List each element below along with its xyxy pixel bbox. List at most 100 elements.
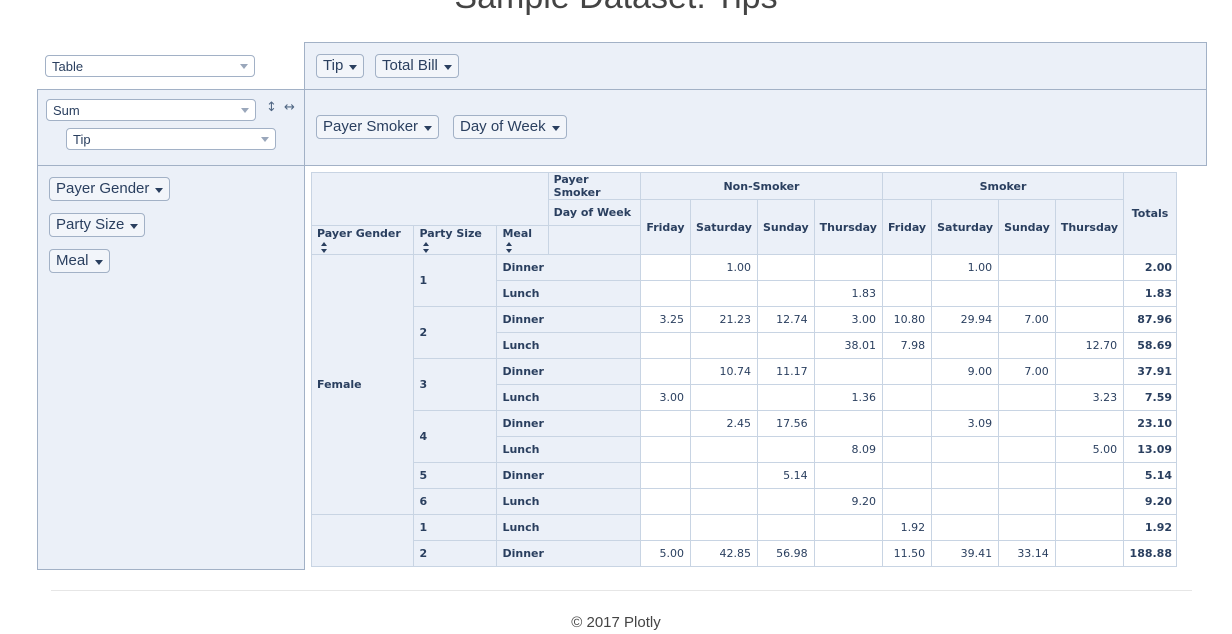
column-fields-area xyxy=(304,89,1207,166)
field-pill-tip[interactable]: Tip xyxy=(316,54,365,78)
row-header-party-size: 3 xyxy=(413,358,498,411)
table-cell: 10.80 xyxy=(881,306,933,333)
chevron-down-icon xyxy=(155,188,164,193)
table-row: 3 Dinner 10.74 11.17 9.00 7.00 37.91 xyxy=(312,358,1177,411)
table-cell xyxy=(640,514,691,541)
table-cell: 12.74 xyxy=(756,306,815,333)
field-pill-meal[interactable]: Meal xyxy=(49,249,110,273)
table-cell xyxy=(998,436,1056,463)
table-cell xyxy=(813,462,883,489)
table-cell xyxy=(1054,410,1125,437)
table-cell xyxy=(1054,514,1125,541)
sort-arrows-icon[interactable] xyxy=(506,241,513,253)
table-cell xyxy=(998,410,1056,437)
table-cell: 2.45 xyxy=(689,410,758,437)
chevron-down-icon xyxy=(261,137,269,142)
table-cell: 8.09 xyxy=(813,436,883,463)
row-attr-sort-header[interactable]: Payer Gender xyxy=(311,225,415,255)
table-cell xyxy=(813,254,883,281)
row-header-gender xyxy=(311,514,415,567)
field-pill-day-of-week[interactable]: Day of Week xyxy=(453,115,567,139)
renderer-select-value: Table xyxy=(52,59,84,74)
table-cell: 3.00 xyxy=(640,384,691,411)
row-header-meal: Dinner xyxy=(496,358,642,385)
table-cell xyxy=(881,410,933,437)
field-pill-payer-gender[interactable]: Payer Gender xyxy=(49,177,171,201)
row-total-cell: 23.10 xyxy=(1123,410,1177,437)
row-header-party-size: 2 xyxy=(413,540,498,567)
table-cell xyxy=(689,280,758,307)
row-order-arrow-icon[interactable]: ↕ xyxy=(266,100,277,115)
table-cell: 21.23 xyxy=(689,306,758,333)
table-cell: 3.23 xyxy=(1054,384,1125,411)
table-cell xyxy=(756,488,815,515)
table-cell xyxy=(931,488,1000,515)
table-cell xyxy=(756,280,815,307)
table-cell: 7.00 xyxy=(998,306,1056,333)
row-header-meal: Dinner xyxy=(496,306,642,333)
table-cell xyxy=(881,254,933,281)
table-cell: 5.00 xyxy=(1054,436,1125,463)
row-header-party-size: 6 xyxy=(413,488,498,515)
row-attr-sort-header[interactable]: Party Size xyxy=(413,225,498,255)
field-pill-total-bill[interactable]: Total Bill xyxy=(375,54,459,78)
table-cell: 10.74 xyxy=(689,358,758,385)
table-cell: 9.20 xyxy=(813,488,883,515)
row-header-meal: Dinner xyxy=(496,254,642,281)
field-pill-party-size[interactable]: Party Size xyxy=(49,213,146,237)
value-field-select[interactable]: Tip xyxy=(66,128,276,150)
table-cell: 33.14 xyxy=(998,540,1056,567)
field-pill-payer-smoker[interactable]: Payer Smoker xyxy=(316,115,440,139)
table-row: 2 Dinner 3.25 21.23 12.74 3.00 10.80 29.94 7.00 8… xyxy=(312,306,1177,359)
table-cell xyxy=(756,254,815,281)
table-cell: 7.98 xyxy=(881,332,933,359)
table-cell: 9.00 xyxy=(931,358,1000,385)
aggregator-select[interactable]: Sum xyxy=(46,99,256,121)
table-row: Female 1 Dinner 1.00 1.00 2.00 xyxy=(311,254,1177,515)
table-cell xyxy=(689,332,758,359)
table-cell: 7.00 xyxy=(998,358,1056,385)
chevron-down-icon xyxy=(424,126,433,131)
table-cell: 5.14 xyxy=(756,462,815,489)
table-cell xyxy=(689,462,758,489)
sort-arrows-icon[interactable] xyxy=(321,241,328,253)
renderer-select[interactable]: Table xyxy=(45,55,255,77)
table-cell xyxy=(640,332,691,359)
col-header-day: Thursday xyxy=(813,199,883,255)
table-cell xyxy=(813,514,883,541)
table-row: 6 Lunch 9.20 9.20 xyxy=(312,488,1177,515)
table-cell xyxy=(640,462,691,489)
sort-arrows-icon[interactable] xyxy=(423,241,430,253)
row-attr-sort-header[interactable]: Meal xyxy=(496,225,549,255)
col-header-day: Saturday xyxy=(931,199,1000,255)
table-cell xyxy=(881,280,933,307)
table-cell xyxy=(881,488,933,515)
col-header-day: Friday xyxy=(640,199,691,255)
table-cell: 3.00 xyxy=(813,306,883,333)
row-total-cell: 1.92 xyxy=(1123,514,1177,541)
table-row: 1 Lunch 1.92 1.92 xyxy=(311,514,1177,567)
row-total-cell: 37.91 xyxy=(1123,358,1177,385)
table-cell xyxy=(998,332,1056,359)
chevron-down-icon xyxy=(94,260,103,265)
table-cell xyxy=(931,332,1000,359)
table-cell xyxy=(998,384,1056,411)
row-total-cell: 87.96 xyxy=(1123,306,1177,333)
row-header-party-size: 1 xyxy=(413,514,498,541)
row-header-meal: Dinner xyxy=(496,540,642,567)
table-row: 4 Dinner 2.45 17.56 3.09 23.10 xyxy=(312,410,1177,463)
col-order-arrow-icon[interactable]: ↔ xyxy=(284,100,295,115)
table-cell xyxy=(931,462,1000,489)
table-cell xyxy=(689,384,758,411)
table-cell xyxy=(640,488,691,515)
row-total-cell: 2.00 xyxy=(1123,254,1177,281)
table-cell xyxy=(1054,280,1125,307)
table-cell: 29.94 xyxy=(931,306,1000,333)
row-header-party-size: 5 xyxy=(413,462,498,489)
chevron-down-icon xyxy=(241,108,249,113)
col-header-day: Friday xyxy=(881,199,933,255)
col-header-group: Non-Smoker xyxy=(640,172,883,200)
table-cell xyxy=(756,514,815,541)
table-cell xyxy=(931,514,1000,541)
pivot-table-container[interactable]: Payer Smoker Non-Smoker Smoker Totals Da… xyxy=(311,172,1177,569)
